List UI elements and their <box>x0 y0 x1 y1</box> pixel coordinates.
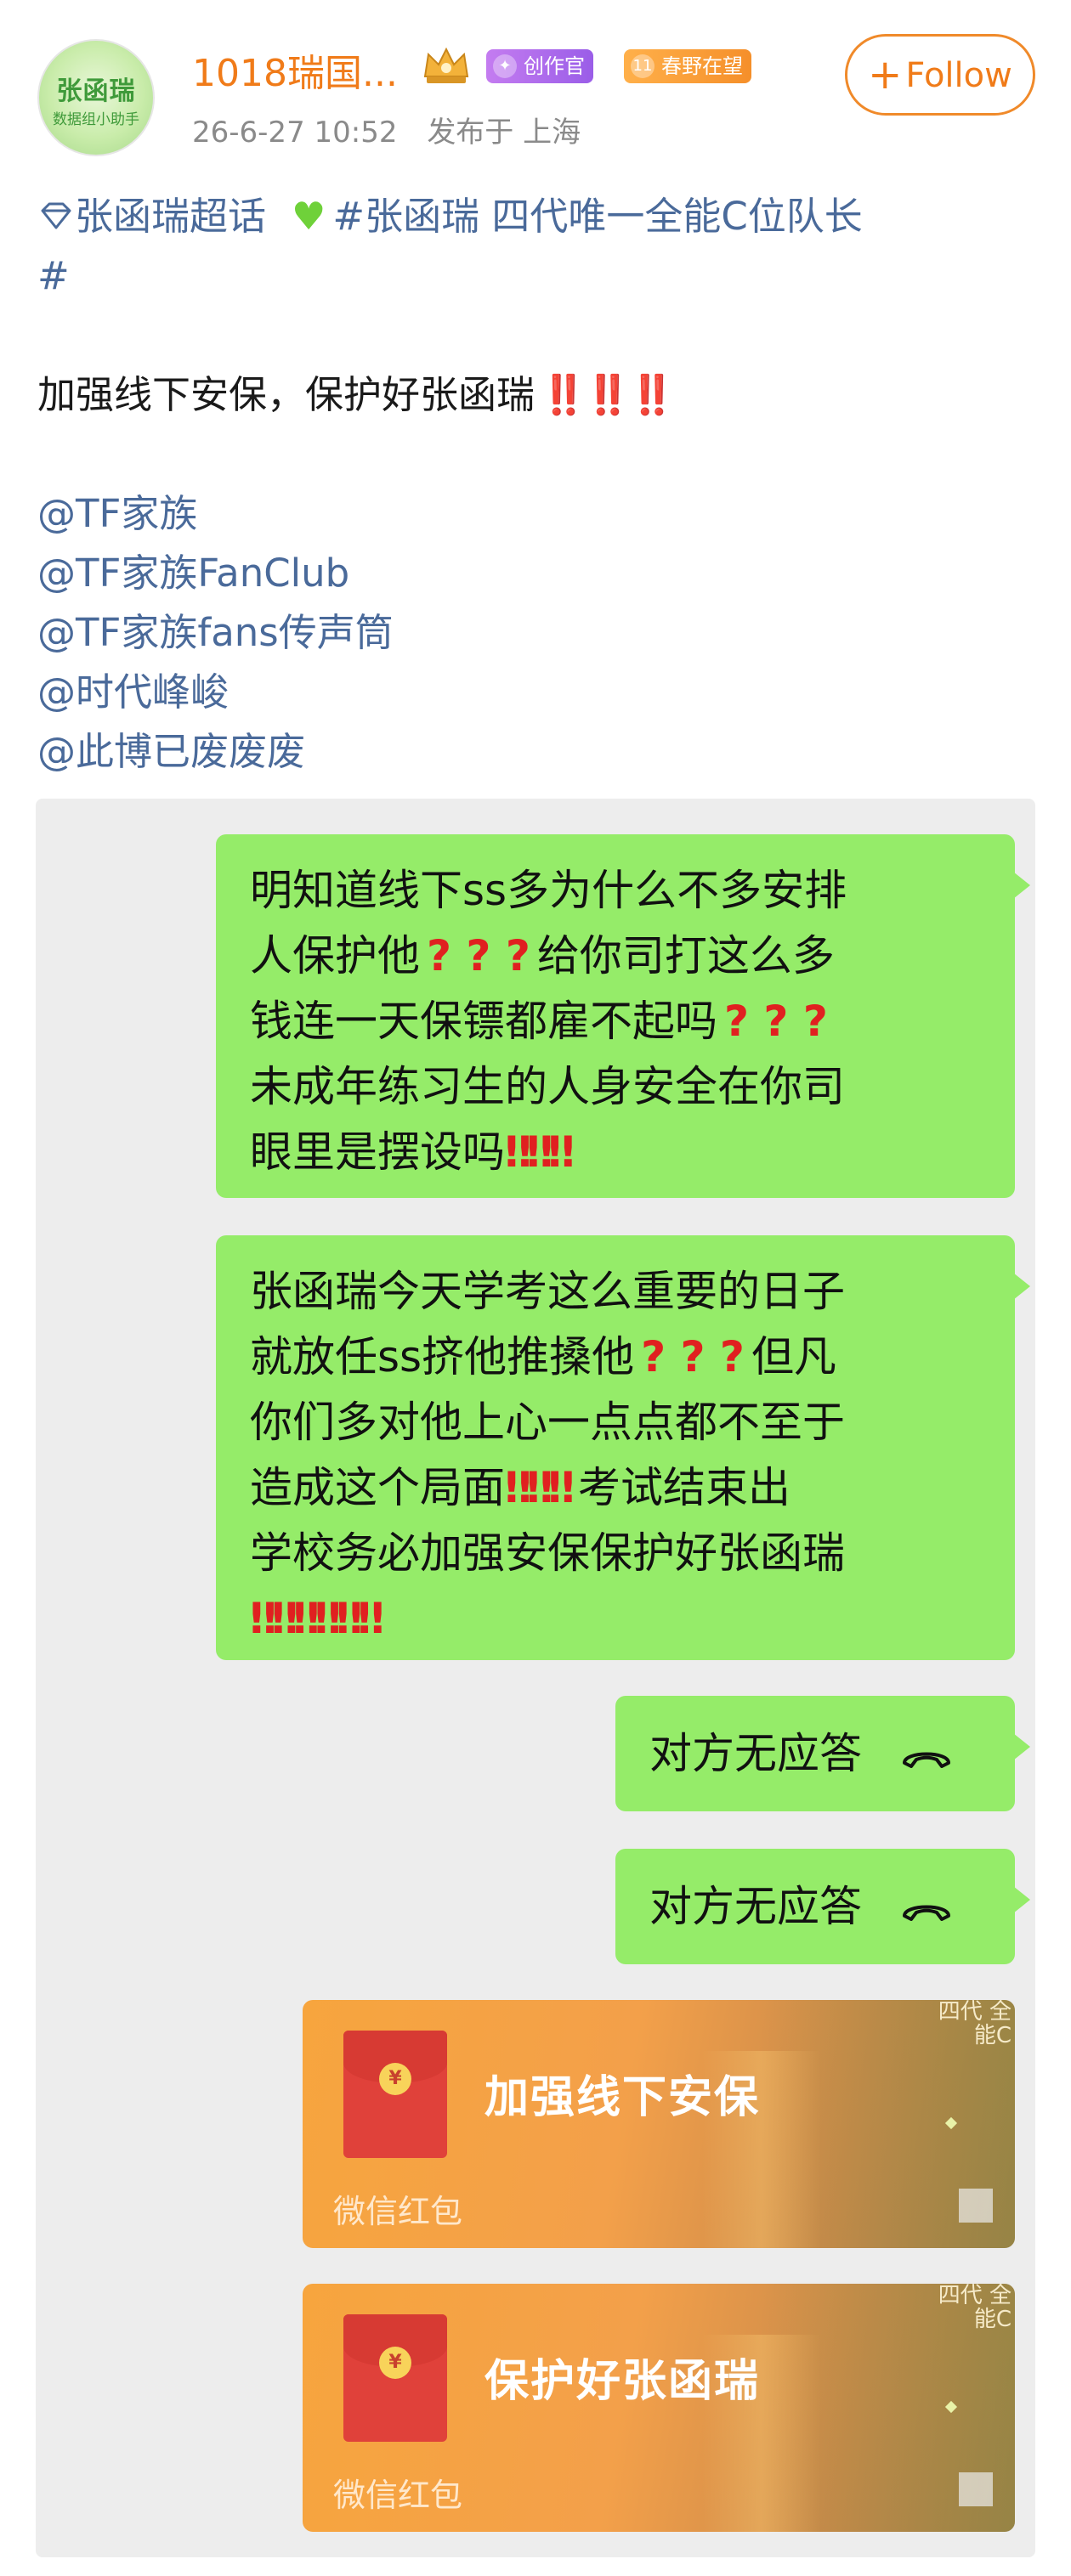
question-marks: ? ? ? <box>427 931 530 980</box>
exclamation-marks: ‼‼‼ <box>505 1463 575 1512</box>
avatar[interactable]: 张函瑞 数据组小助手 <box>37 39 155 156</box>
follow-label: Follow <box>905 56 1012 95</box>
avatar-subtitle: 数据组小助手 <box>53 111 139 128</box>
chat-screenshot-image[interactable]: 明知道线下ss多为什么不多安排 人保护他? ? ? 给你司打这么多 钱连一天保镖都… <box>36 799 1035 2557</box>
no-answer-text: 对方无应答 <box>649 1882 862 1931</box>
spring-badge-label: 春野在望 <box>661 54 743 78</box>
bubble-text: 钱连一天保镖都雇不起吗 <box>250 997 717 1046</box>
exclamation-marks: ‼‼‼‼‼‼ <box>250 1594 384 1643</box>
red-packet-label: 微信红包 <box>333 2193 463 2230</box>
bubble-tail <box>1013 1886 1030 1913</box>
red-packet-label: 微信红包 <box>333 2477 463 2514</box>
bubble-tail <box>1013 1273 1030 1300</box>
topic-line: 张函瑞超话 ♥ #张函瑞 四代唯一全能C位队长 <box>37 187 1040 246</box>
mention-link[interactable]: @此博已废废废 <box>37 729 305 774</box>
bubble-text: 但凡 <box>751 1332 836 1381</box>
question-marks: ? ? ? <box>724 997 828 1046</box>
creator-badge-label: 创作官 <box>524 54 585 78</box>
exclamation-marks: ‼‼‼ <box>505 1127 575 1177</box>
red-packet-title: 加强线下安保 <box>484 2072 761 2123</box>
main-text-line: 加强线下安保，保护好张函瑞 ‼️‼️‼️ <box>37 365 1040 425</box>
chat-bubble-2: 张函瑞今天学考这么重要的日子 就放任ss挤他推搡他? ? ? 但凡 你们多对他上心… <box>216 1235 1030 1660</box>
mention-link[interactable]: @时代峰峻 <box>37 669 229 715</box>
hashtag-link[interactable]: #张函瑞 四代唯一全能C位队长 <box>332 194 862 239</box>
red-packet-deco-text: 四代 全能C <box>938 2284 1012 2332</box>
bubble-text: 未成年练习生的人身安全在你司 <box>250 1062 845 1111</box>
username[interactable]: 1018瑞国... <box>192 42 398 97</box>
red-packet-2: ¥ 保护好张函瑞 微信红包 四代 全能C <box>303 2284 1015 2532</box>
follow-button[interactable]: + Follow <box>845 34 1035 116</box>
hashtag-end[interactable]: # <box>37 253 70 298</box>
bubble-text: 人保护他 <box>250 931 420 980</box>
call-no-answer-bubble-1: 对方无应答 <box>615 1696 1030 1811</box>
bubble-text: 眼里是摆设吗 <box>250 1127 505 1177</box>
bubble-text: 你们多对他上心一点点都不至于 <box>250 1398 845 1447</box>
call-no-answer-bubble-2: 对方无应答 <box>615 1849 1030 1964</box>
bubble-text: 考试结束出 <box>578 1463 791 1512</box>
red-packet-1: ¥ 加强线下安保 微信红包 四代 全能C <box>303 2000 1015 2248</box>
mention-link[interactable]: @TF家族 <box>37 491 197 536</box>
main-text: 加强线下安保，保护好张函瑞 <box>37 372 536 417</box>
bubble-text: 造成这个局面 <box>250 1463 505 1512</box>
avatar-title: 张函瑞 <box>56 76 136 106</box>
red-packet-deco-text: 四代 全能C <box>938 2000 1012 2048</box>
red-packet-title: 保护好张函瑞 <box>484 2356 761 2407</box>
spring-badge-icon: 11 <box>631 54 654 78</box>
mention-fei[interactable]: @此博已废废废 <box>37 722 1040 782</box>
mention-tf-fanclub[interactable]: @TF家族FanClub <box>37 544 1040 603</box>
hang-up-phone-icon <box>902 1905 950 1921</box>
red-envelope-icon: ¥ <box>343 2314 447 2442</box>
supertopic-link[interactable]: 张函瑞超话 <box>75 194 266 239</box>
creator-badge[interactable]: ✦ 创作官 <box>486 49 593 83</box>
post-datetime: 26-6-27 10:52 <box>192 116 398 150</box>
creator-badge-icon: ✦ <box>493 54 517 78</box>
plus-icon: + <box>868 51 903 99</box>
hashtag-continuation: # <box>37 246 1040 306</box>
mention-tf-fans[interactable]: @TF家族fans传声筒 <box>37 603 1040 663</box>
bubble-text: 学校务必加强安保保护好张函瑞 <box>250 1528 845 1578</box>
bubble-text: 就放任ss挤他推搡他 <box>250 1332 635 1381</box>
post-content: 张函瑞超话 ♥ #张函瑞 四代唯一全能C位队长 # 加强线下安保，保护好张函瑞 ‼️‼… <box>37 187 1040 782</box>
post-meta: 26-6-27 10:52 发布于 上海 <box>192 109 601 150</box>
bubble-tail <box>1013 872 1030 899</box>
mention-shidai[interactable]: @时代峰峻 <box>37 663 1040 722</box>
bubble-text: 明知道线下ss多为什么不多安排 <box>250 866 847 915</box>
mention-link[interactable]: @TF家族FanClub <box>37 551 349 596</box>
red-envelope-icon: ¥ <box>343 2031 447 2158</box>
bubble-text: 给你司打这么多 <box>536 931 835 980</box>
supertopic-gem-icon <box>41 202 71 229</box>
mention-tf-family[interactable]: @TF家族 <box>37 484 1040 544</box>
hang-up-phone-icon <box>902 1752 950 1768</box>
spring-badge[interactable]: 11 春野在望 <box>624 49 751 83</box>
chat-bubble-1: 明知道线下ss多为什么不多安排 人保护他? ? ? 给你司打这么多 钱连一天保镖都… <box>216 834 1030 1198</box>
green-heart-icon: ♥ <box>292 194 326 239</box>
question-marks: ? ? ? <box>641 1332 745 1381</box>
bubble-text: 张函瑞今天学考这么重要的日子 <box>250 1267 845 1316</box>
no-answer-text: 对方无应答 <box>649 1729 862 1778</box>
double-exclamation-icons: ‼️‼️‼️ <box>540 372 676 417</box>
bubble-tail <box>1013 1733 1030 1760</box>
post-location: 发布于 上海 <box>427 116 581 150</box>
mention-link[interactable]: @TF家族fans传声筒 <box>37 610 394 655</box>
crown-badge-icon[interactable] <box>420 42 473 88</box>
post-header: 张函瑞 数据组小助手 1018瑞国... ✦ 创作官 11 春野在望 26-6-… <box>0 0 1071 170</box>
